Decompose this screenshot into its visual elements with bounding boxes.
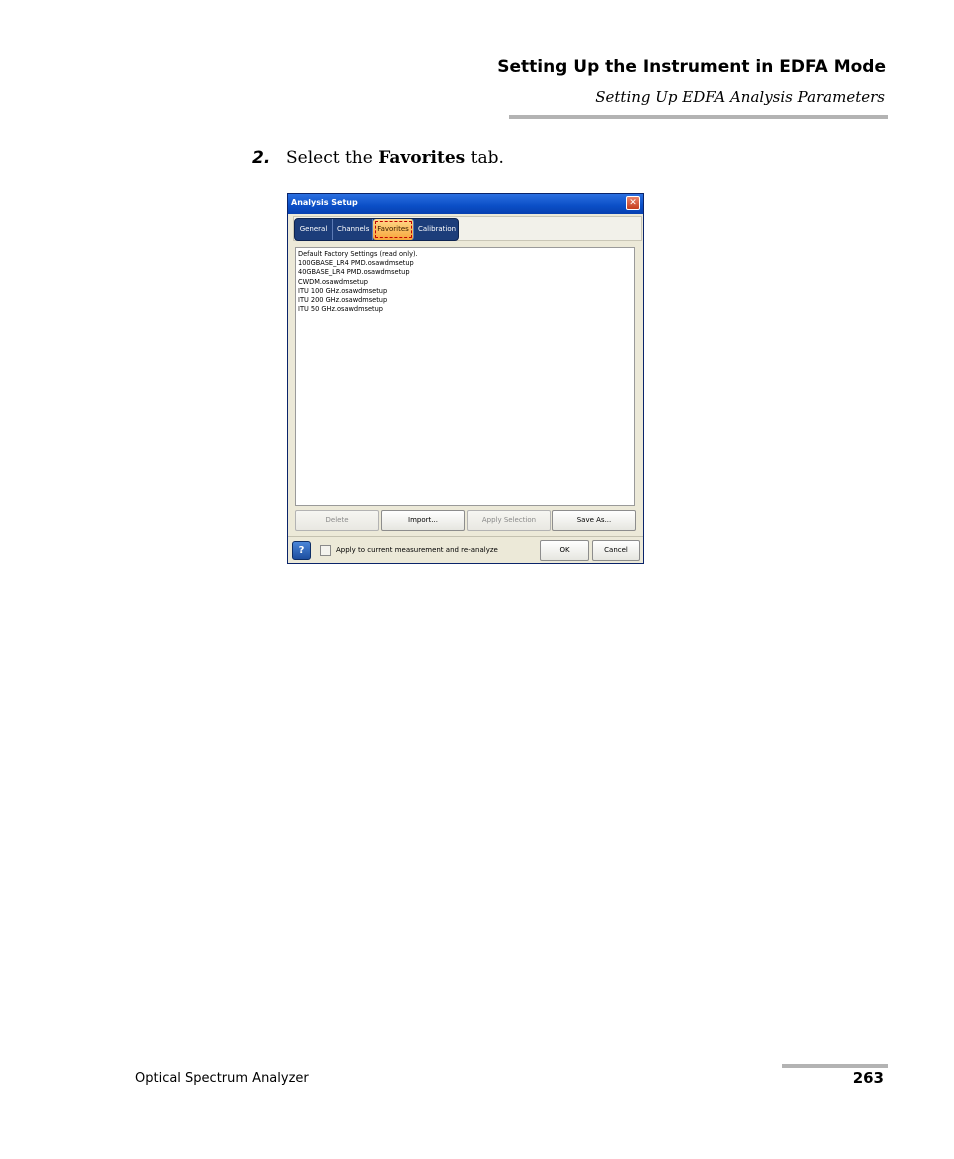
tab-channels[interactable]: Channels (333, 219, 373, 240)
tab-strip: General Channels Favorites Calibration (293, 216, 642, 241)
tab-favorites[interactable]: Favorites (373, 219, 414, 240)
step-text-before: Select the (286, 148, 379, 168)
ok-button[interactable]: OK (540, 540, 589, 561)
tab-general[interactable]: General (295, 219, 333, 240)
list-item[interactable]: ITU 100 GHz.osawdmsetup (298, 287, 632, 296)
list-item[interactable]: 40GBASE_LR4 PMD.osawdmsetup (298, 268, 632, 277)
page-number: 263 (852, 1069, 884, 1087)
apply-reanalyze-checkbox[interactable] (320, 545, 331, 556)
close-icon[interactable]: ✕ (626, 196, 640, 210)
step-bold-term: Favorites (378, 148, 466, 168)
favorites-list[interactable]: Default Factory Settings (read only). 10… (295, 247, 635, 506)
tab-calibration[interactable]: Calibration (414, 219, 458, 240)
cancel-button[interactable]: Cancel (592, 540, 640, 561)
header-subtitle: Setting Up EDFA Analysis Parameters (595, 88, 885, 106)
list-actions: Delete Import... Apply Selection Save As… (295, 510, 636, 531)
header-rule (509, 115, 888, 119)
step-instruction: 2. Select the Favorites tab. (252, 148, 504, 168)
footer-product: Optical Spectrum Analyzer (135, 1071, 309, 1086)
import-button[interactable]: Import... (381, 510, 465, 531)
list-item[interactable]: ITU 50 GHz.osawdmsetup (298, 305, 632, 314)
dialog-footer: ? Apply to current measurement and re-an… (288, 536, 643, 564)
header-title: Setting Up the Instrument in EDFA Mode (497, 57, 886, 77)
list-item[interactable]: ITU 200 GHz.osawdmsetup (298, 296, 632, 305)
list-item[interactable]: CWDM.osawdmsetup (298, 278, 632, 287)
tab-group: General Channels Favorites Calibration (294, 218, 459, 241)
dialog-title: Analysis Setup (291, 198, 358, 207)
save-as-button[interactable]: Save As... (552, 510, 636, 531)
apply-selection-button[interactable]: Apply Selection (467, 510, 551, 531)
dialog-titlebar: Analysis Setup ✕ (288, 194, 643, 214)
list-item[interactable]: Default Factory Settings (read only). (298, 250, 632, 259)
list-item[interactable]: 100GBASE_LR4 PMD.osawdmsetup (298, 259, 632, 268)
delete-button[interactable]: Delete (295, 510, 379, 531)
help-icon[interactable]: ? (292, 541, 311, 560)
step-number: 2. (252, 148, 271, 168)
apply-reanalyze-label: Apply to current measurement and re-anal… (336, 546, 498, 554)
step-text-after: tab. (465, 148, 504, 168)
analysis-setup-dialog: Analysis Setup ✕ General Channels Favori… (287, 193, 644, 564)
footer-rule (782, 1064, 888, 1068)
